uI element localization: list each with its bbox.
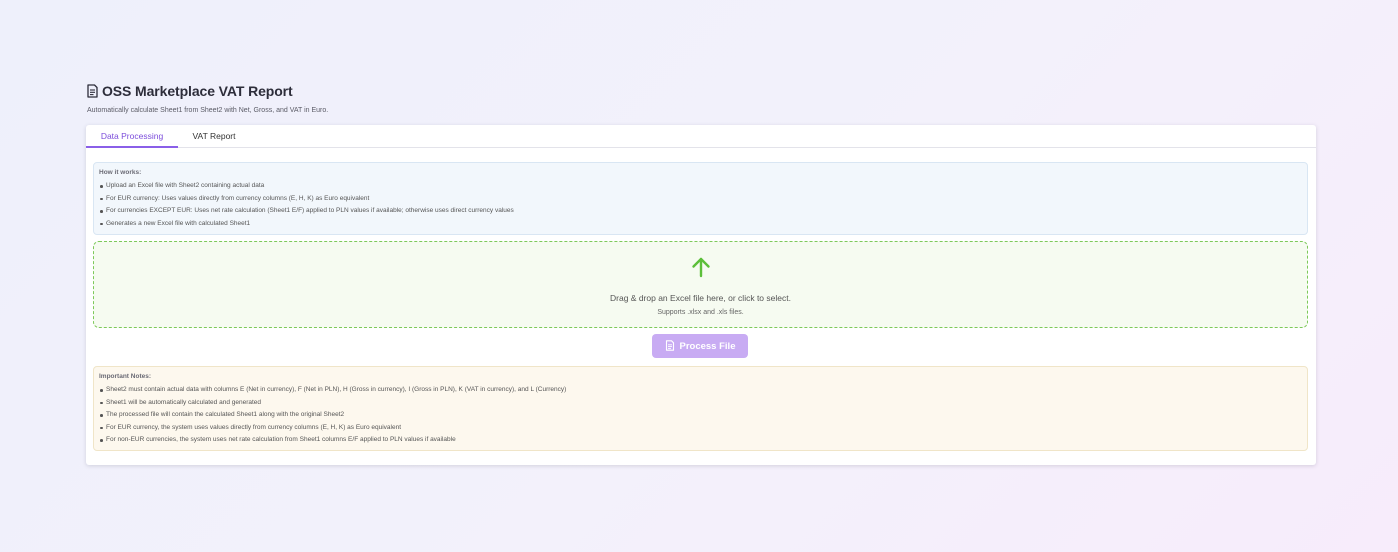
list-item: For EUR currency: Uses values directly f… (99, 193, 1302, 206)
document-icon (665, 339, 675, 354)
list-item: Generates a new Excel file with calculat… (99, 218, 1302, 231)
list-item: The processed file will contain the calc… (99, 409, 1302, 422)
page-subtitle: Automatically calculate Sheet1 from Shee… (87, 107, 329, 114)
dropzone-subtext: Supports .xlsx and .xls files. (657, 309, 744, 316)
list-item: For EUR currency, the system uses values… (99, 422, 1302, 435)
important-notes-list: Sheet2 must contain actual data with col… (99, 384, 1302, 447)
list-item: For currencies EXCEPT EUR: Uses net rate… (99, 205, 1302, 218)
how-it-works-heading: How it works: (99, 169, 142, 176)
list-item: Sheet1 will be automatically calculated … (99, 397, 1302, 410)
process-file-button[interactable]: Process File (652, 334, 748, 358)
tab-bar: Data Processing VAT Report (86, 125, 1316, 148)
list-item: For non-EUR currencies, the system uses … (99, 434, 1302, 447)
tab-vat-report[interactable]: VAT Report (178, 125, 250, 148)
process-file-label: Process File (679, 340, 736, 352)
title-row: OSS Marketplace VAT Report (86, 83, 293, 99)
app: OSS Marketplace VAT Report Automatically… (86, 80, 1316, 465)
file-dropzone[interactable]: Drag & drop an Excel file here, or click… (93, 241, 1308, 328)
list-item: Sheet2 must contain actual data with col… (99, 384, 1302, 397)
page-header: OSS Marketplace VAT Report Automatically… (86, 80, 1316, 124)
important-notes-box: Important Notes: Sheet2 must contain act… (93, 366, 1308, 451)
main-card: Data Processing VAT Report How it works:… (86, 125, 1316, 465)
important-notes-heading: Important Notes: (99, 373, 151, 380)
page-title: OSS Marketplace VAT Report (102, 83, 293, 99)
tab-data-processing[interactable]: Data Processing (86, 125, 178, 148)
list-item: Upload an Excel file with Sheet2 contain… (99, 180, 1302, 193)
how-it-works-box: How it works: Upload an Excel file with … (93, 162, 1308, 235)
arrow-up-icon (691, 256, 711, 283)
how-it-works-list: Upload an Excel file with Sheet2 contain… (99, 180, 1302, 230)
dropzone-text: Drag & drop an Excel file here, or click… (610, 293, 791, 303)
document-icon (86, 84, 99, 98)
